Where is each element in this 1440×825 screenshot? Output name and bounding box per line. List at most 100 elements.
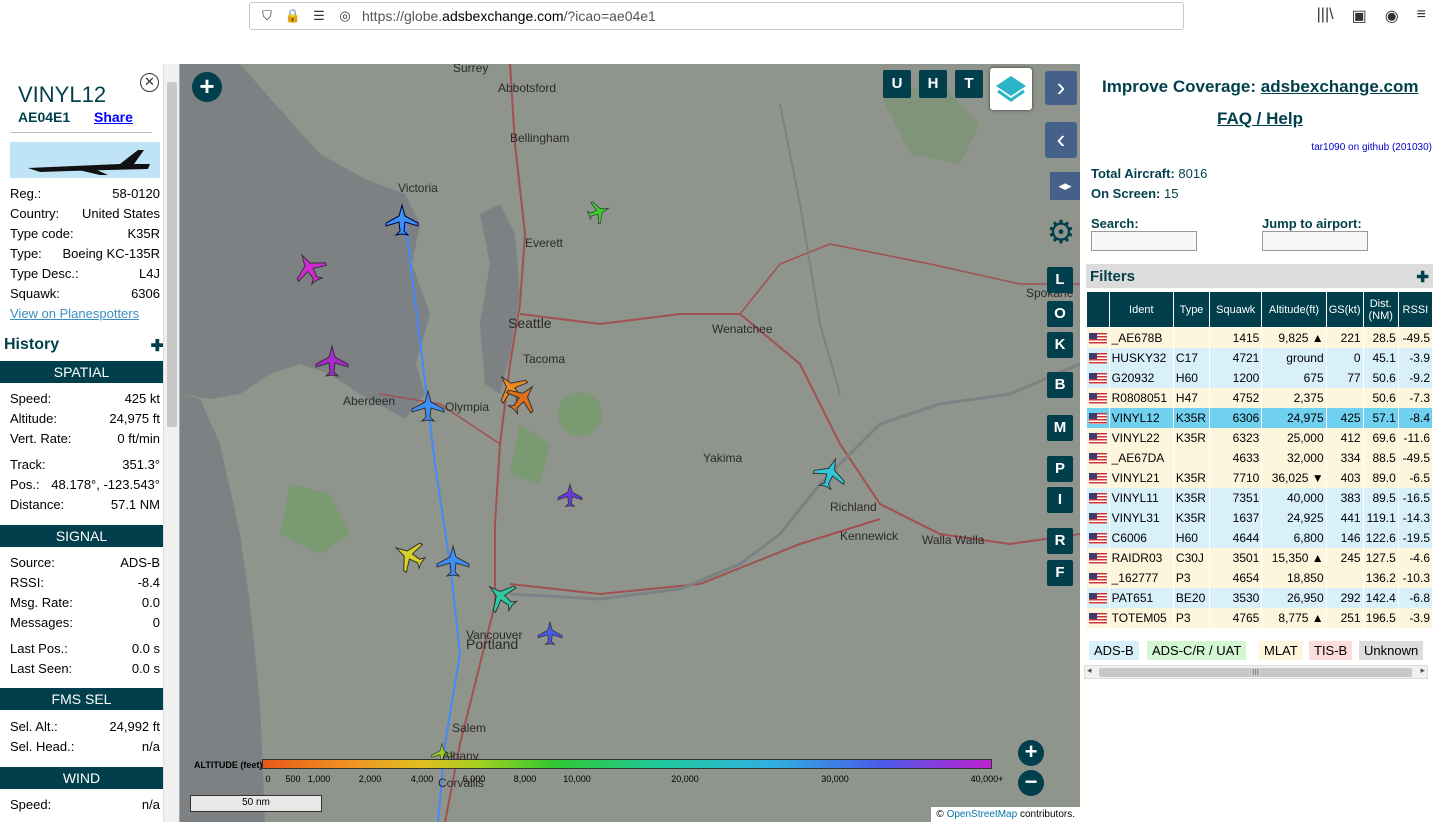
stat-label: Distance: (10, 497, 65, 512)
aircraft-row[interactable]: HUSKY32 C17 4721 ground 0 45.1 -3.9 (1086, 347, 1434, 368)
aircraft-row[interactable]: C6006 H60 4644 6,800 146 122.6 -19.5 (1086, 527, 1434, 548)
column-header[interactable]: Dist. (NM) (1362, 291, 1399, 328)
aircraft-icon[interactable] (557, 482, 583, 508)
section-fms-header: FMS SEL (0, 688, 163, 710)
legend-tick: 40,000+ (970, 774, 1004, 784)
cell-type: H60 (1173, 367, 1211, 388)
zoom-out-button[interactable]: − (1018, 770, 1044, 796)
menu-icon[interactable]: ≡ (1417, 6, 1426, 26)
filters-header[interactable]: Filters ✚ (1086, 264, 1433, 288)
aircraft-icon[interactable] (479, 574, 523, 618)
plus-icon[interactable]: ✚ (151, 336, 164, 356)
flag-cell (1086, 527, 1110, 548)
map[interactable]: Surrey Abbotsford Bellingham Victoria Everet… (180, 64, 1080, 822)
cell-rssi: -6.8 (1398, 587, 1434, 608)
map-button-l[interactable]: L (1047, 267, 1073, 293)
city-label: Walla Walla (922, 533, 985, 547)
city-label: Salem (452, 721, 487, 735)
column-header[interactable]: Type (1172, 291, 1211, 328)
aircraft-row[interactable]: PAT651 BE20 3530 26,950 292 142.4 -6.8 (1086, 587, 1434, 608)
map-button-t[interactable]: T (955, 70, 983, 98)
resize-icon[interactable]: ◂▸ (1050, 172, 1080, 200)
address-bar[interactable]: ⛉ 🔒 ☰ ◎ https://globe.adsbexchange.com/?… (249, 2, 1440, 825)
column-header[interactable]: RSSI (1397, 291, 1434, 328)
aircraft-photo[interactable] (10, 142, 160, 178)
source-legend-item: Unknown (1359, 641, 1424, 660)
map-canvas[interactable] (180, 64, 1080, 822)
cell-dist: 119.1 (1363, 507, 1399, 528)
aircraft-row[interactable]: VINYL11 K35R 7351 40,000 383 89.5 -16.5 (1086, 487, 1434, 508)
planespotters-link[interactable]: View on Planespotters (10, 306, 139, 321)
aircraft-row[interactable]: G20932 H60 1200 675 77 50.6 -9.2 (1086, 367, 1434, 388)
aircraft-row[interactable]: _162777 P3 4654 18,850 136.2 -10.3 (1086, 567, 1434, 588)
zoom-in-top-button[interactable]: + (192, 72, 222, 102)
share-link[interactable]: Share (94, 109, 133, 125)
tracking-icon[interactable]: ◎ (336, 8, 354, 24)
aircraft-row[interactable]: _AE67DA 4633 32,000 334 88.5 -49.5 (1086, 447, 1434, 468)
map-button-o[interactable]: O (1047, 301, 1073, 327)
plus-icon[interactable]: ✚ (1416, 268, 1429, 286)
column-header[interactable]: Squawk (1209, 291, 1263, 328)
close-icon[interactable]: ✕ (140, 73, 159, 92)
library-icon[interactable]: |||\ (1317, 6, 1334, 26)
map-button-p[interactable]: P (1047, 456, 1073, 482)
collapse-right-button[interactable]: › (1045, 71, 1077, 105)
permissions-icon[interactable]: ☰ (310, 8, 328, 24)
history-header[interactable]: History ✚ (4, 336, 164, 356)
column-flag[interactable] (1086, 291, 1110, 328)
map-button-f[interactable]: F (1047, 560, 1073, 586)
lock-icon[interactable]: 🔒 (284, 8, 302, 24)
aircraft-row[interactable]: RAIDR03 C30J 3501 15,350 ▲ 245 127.5 -4.6 (1086, 547, 1434, 568)
stat-value: 0 (152, 615, 160, 630)
aircraft-row[interactable]: VINYL22 K35R 6323 25,000 412 69.6 -11.6 (1086, 427, 1434, 448)
us-flag-icon (1088, 512, 1107, 524)
version-link[interactable]: tar1090 on github (201030) (1311, 142, 1432, 153)
legend-title: ALTITUDE (feet) (194, 760, 263, 770)
cell-rssi: -19.5 (1398, 527, 1434, 548)
zoom-in-button[interactable]: + (1018, 740, 1044, 766)
table-scrollbar[interactable]: ◂ III ▸ (1084, 665, 1428, 679)
expand-left-button[interactable]: ‹ (1045, 122, 1077, 158)
map-button-k[interactable]: K (1047, 332, 1073, 358)
aircraft-row[interactable]: R0808051 H47 4752 2,375 50.6 -7.3 (1086, 387, 1434, 408)
sidebar-icon[interactable]: ▣ (1352, 6, 1367, 26)
jump-airport-input[interactable] (1262, 231, 1368, 251)
cell-alt: 24,975 (1261, 407, 1327, 428)
cell-gs: 334 (1326, 447, 1364, 468)
adsbexchange-link[interactable]: adsbexchange.com (1261, 77, 1419, 96)
map-button-u[interactable]: U (883, 70, 911, 98)
shield-icon[interactable]: ⛉ (258, 8, 276, 24)
aircraft-row[interactable]: TOTEM05 P3 4765 8,775 ▲ 251 196.5 -3.9 (1086, 607, 1434, 628)
faq-link[interactable]: FAQ / Help (1217, 109, 1303, 129)
column-header[interactable]: Altitude(ft) (1261, 291, 1327, 328)
aircraft-icon[interactable] (585, 198, 612, 226)
us-flag-icon (1088, 432, 1107, 444)
url-text[interactable]: https://globe.adsbexchange.com/?icao=ae0… (362, 8, 656, 24)
panel-scrollbar[interactable] (163, 64, 179, 822)
layers-button[interactable] (990, 68, 1032, 110)
stat-label: Speed: (10, 797, 52, 812)
map-button-b[interactable]: B (1047, 372, 1073, 398)
aircraft-row[interactable]: _AE678B 1415 9,825 ▲ 221 28.5 -49.5 (1086, 327, 1434, 348)
aircraft-row[interactable]: VINYL21 K35R 7710 36,025 ▼ 403 89.0 -6.5 (1086, 467, 1434, 488)
openstreetmap-link[interactable]: OpenStreetMap (947, 809, 1018, 820)
stat-label: Source: (10, 555, 55, 570)
us-flag-icon (1088, 352, 1107, 364)
cell-gs: 245 (1326, 547, 1364, 568)
aircraft-icon[interactable] (388, 534, 430, 577)
map-button-m[interactable]: M (1047, 415, 1073, 441)
column-header[interactable]: GS(kt) (1325, 291, 1364, 328)
aircraft-icon[interactable] (436, 544, 470, 577)
map-button-h[interactable]: H (919, 70, 947, 98)
account-icon[interactable]: ◉ (1385, 6, 1399, 26)
aircraft-row[interactable]: VINYL31 K35R 1637 24,925 441 119.1 -14.3 (1086, 507, 1434, 528)
aircraft-icon[interactable] (537, 620, 563, 646)
settings-gear-icon[interactable]: ⚙ (1044, 216, 1078, 250)
detail-value: 58-0120 (112, 186, 160, 201)
map-button-r[interactable]: R (1047, 528, 1073, 554)
flag-cell (1086, 427, 1110, 448)
aircraft-row[interactable]: VINYL12 K35R 6306 24,975 425 57.1 -8.4 (1086, 407, 1434, 428)
map-button-i[interactable]: I (1047, 487, 1073, 513)
column-header[interactable]: Ident (1108, 291, 1174, 328)
search-input[interactable] (1091, 231, 1197, 251)
